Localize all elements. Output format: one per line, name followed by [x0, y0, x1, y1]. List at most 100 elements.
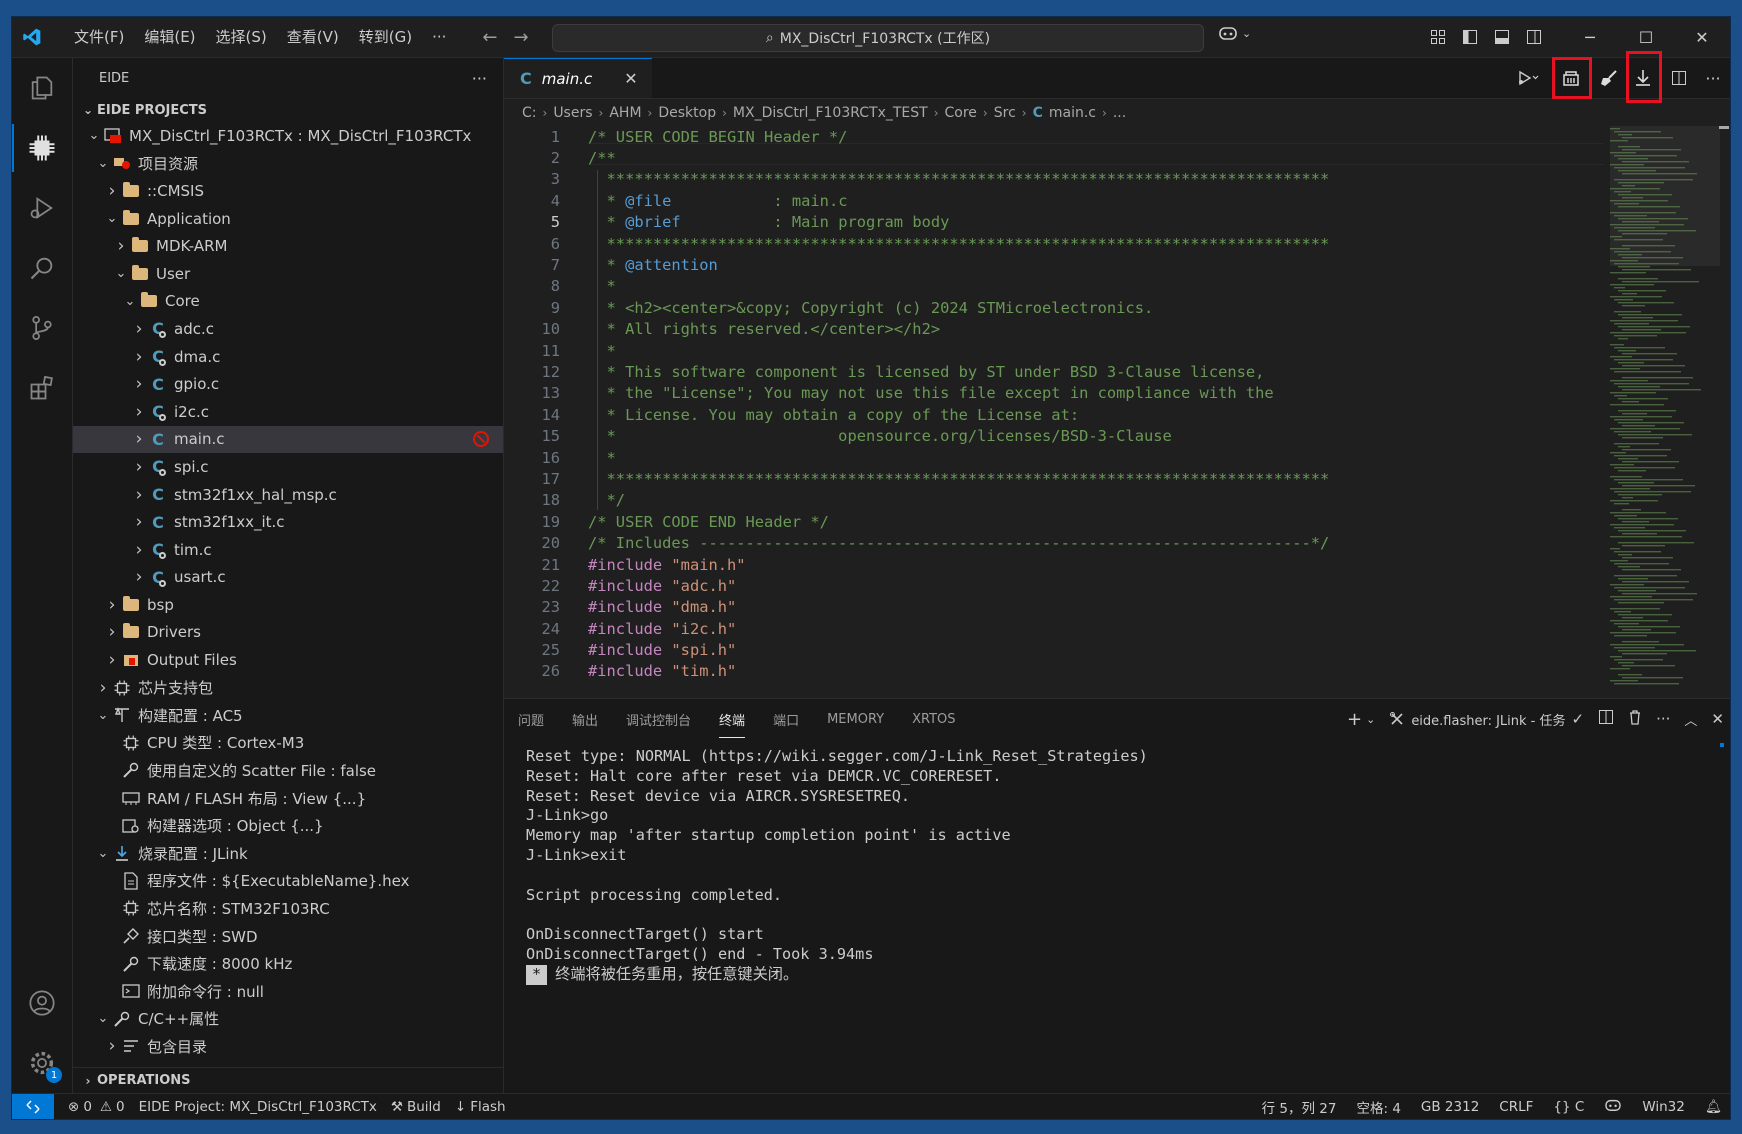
task-terminal[interactable]: eide.flasher: JLink - 任务 ✓ — [1389, 710, 1584, 729]
panel-tab[interactable]: 输出 — [572, 710, 598, 729]
search-view-icon[interactable] — [12, 238, 72, 298]
tree-item[interactable]: ⌄ 烧录配置 : JLink — [73, 839, 503, 867]
breadcrumb-item[interactable]: main.c — [1049, 105, 1096, 121]
tree-item[interactable]: 芯片名称 : STM32F103RC — [73, 895, 503, 923]
tree-item[interactable]: › 芯片支持包 — [73, 674, 503, 702]
customize-layout-icon[interactable] — [1422, 17, 1454, 57]
eide-chip-icon[interactable] — [12, 118, 72, 178]
toggle-secondary-sidebar-icon[interactable] — [1518, 17, 1550, 57]
panel-tab[interactable]: MEMORY — [827, 712, 884, 727]
tree-item[interactable]: 构建器选项 : Object {...} — [73, 812, 503, 840]
tree-item[interactable]: › MDK-ARM — [73, 232, 503, 260]
end-of-line[interactable]: CRLF — [1499, 1099, 1533, 1115]
notifications-bell-icon[interactable]: 🔔︎ — [1705, 1099, 1722, 1115]
tree-item[interactable]: › 包含目录 — [73, 1033, 503, 1061]
tree-item[interactable]: › Cgpio.c — [73, 370, 503, 398]
tree-item[interactable]: CPU 类型 : Cortex-M3 — [73, 729, 503, 757]
tree-item[interactable]: › Cstm32f1xx_hal_msp.c — [73, 481, 503, 509]
tree-item[interactable]: 使用自定义的 Scatter File : false — [73, 757, 503, 785]
flash-status-button[interactable]: ↓ Flash — [455, 1099, 506, 1115]
new-terminal-icon[interactable]: + — [1347, 709, 1362, 730]
menu-item[interactable]: 转到(G) — [349, 17, 422, 57]
language-mode[interactable]: {} C — [1553, 1099, 1584, 1115]
tab-main-c[interactable]: C main.c ✕ — [504, 58, 652, 98]
tree-item[interactable]: › Cspi.c — [73, 453, 503, 481]
tree-item[interactable]: ⌄ 构建配置 : AC5 — [73, 701, 503, 729]
cursor-position[interactable]: 行 5，列 27 — [1262, 1097, 1337, 1117]
operations-section[interactable]: › OPERATIONS — [73, 1067, 503, 1093]
panel-tab[interactable]: 终端 — [719, 710, 746, 738]
remote-icon[interactable] — [12, 1094, 54, 1119]
copilot-icon[interactable]: ⌄ — [1218, 25, 1251, 41]
tree-item[interactable]: 下载速度 : 8000 kHz — [73, 950, 503, 978]
panel-tab[interactable]: 调试控制台 — [626, 710, 691, 729]
menu-item[interactable]: 编辑(E) — [134, 17, 205, 57]
panel-tab[interactable]: 问题 — [518, 710, 544, 729]
forward-arrow-icon[interactable]: → — [505, 27, 536, 48]
menu-item[interactable]: 文件(F) — [64, 17, 134, 57]
split-editor-icon[interactable] — [1662, 58, 1696, 98]
indentation[interactable]: 空格: 4 — [1356, 1097, 1400, 1117]
tree-item[interactable]: › Cadc.c — [73, 315, 503, 343]
encoding[interactable]: GB 2312 — [1421, 1099, 1479, 1115]
tree-item[interactable]: ⌄ MX_DisCtrl_F103RCTx : MX_DisCtrl_F103RC… — [73, 122, 503, 150]
toggle-panel-icon[interactable] — [1486, 17, 1518, 57]
platform[interactable]: Win32 — [1642, 1099, 1685, 1115]
terminal-output[interactable]: Reset type: NORMAL (https://wiki.segger.… — [526, 747, 1148, 985]
trash-icon[interactable] — [1628, 709, 1642, 729]
more-actions-icon[interactable]: ··· — [472, 69, 487, 88]
clean-broom-icon[interactable] — [1594, 58, 1624, 98]
close-window-icon[interactable]: ✕ — [1674, 17, 1730, 57]
tree-item[interactable]: ›::CMSIS — [73, 177, 503, 205]
tree-item[interactable]: ⌄ Application — [73, 205, 503, 233]
more-actions-icon[interactable]: ··· — [1656, 710, 1670, 728]
account-icon[interactable] — [12, 973, 72, 1033]
minimap-slider[interactable] — [1610, 126, 1720, 266]
run-debug-dropdown-icon[interactable] — [1508, 58, 1548, 98]
menu-item[interactable]: 查看(V) — [277, 17, 349, 57]
build-status-button[interactable]: ⚒ Build — [391, 1099, 441, 1115]
manage-gear-icon[interactable]: 1 — [12, 1033, 72, 1093]
problems-status[interactable]: ⊗ 0 ⚠ 0 — [68, 1099, 125, 1115]
breadcrumb-item[interactable]: MX_DisCtrl_F103RCTx_TEST — [733, 105, 928, 121]
tree-item[interactable]: › Cstm32f1xx_it.c — [73, 508, 503, 536]
breadcrumb-item[interactable]: Core — [945, 105, 977, 121]
command-center[interactable]: ⌕ MX_DisCtrl_F103RCTx (工作区) — [552, 24, 1204, 52]
tree-item[interactable]: › Cmain.c — [73, 425, 503, 454]
tree-item[interactable]: › bsp — [73, 591, 503, 619]
breadcrumb-item[interactable]: Users — [553, 105, 592, 121]
tree-item[interactable]: 程序文件 : ${ExecutableName}.hex — [73, 867, 503, 895]
code-view[interactable]: 1/* USER CODE BEGIN Header */2/** 3 *****… — [504, 126, 1604, 698]
eide-project-status[interactable]: EIDE Project: MX_DisCtrl_F103RCTx — [139, 1099, 377, 1115]
more-actions-icon[interactable]: ··· — [1696, 58, 1730, 98]
tree-item[interactable]: › Drivers — [73, 619, 503, 647]
close-tab-icon[interactable]: ✕ — [624, 69, 637, 88]
close-panel-icon[interactable]: ✕ — [1711, 710, 1724, 728]
split-terminal-icon[interactable] — [1598, 709, 1614, 729]
breadcrumb-item[interactable]: ... — [1113, 105, 1126, 121]
copilot-status-icon[interactable] — [1604, 1098, 1622, 1116]
editor-scrollbar[interactable] — [1716, 126, 1730, 698]
breadcrumb-item[interactable]: AHM — [609, 105, 641, 121]
eide-projects-section[interactable]: ⌄ EIDE PROJECTS — [73, 98, 503, 122]
tree-item[interactable]: 接口类型 : SWD — [73, 922, 503, 950]
tree-item[interactable]: ⌄ 项目资源 — [73, 150, 503, 178]
tree-item[interactable]: › Ci2c.c — [73, 398, 503, 426]
run-debug-icon[interactable] — [12, 178, 72, 238]
breadcrumb-item[interactable]: Src — [994, 105, 1016, 121]
source-control-icon[interactable] — [12, 298, 72, 358]
minimap[interactable] — [1610, 126, 1720, 698]
tree-item[interactable]: ⌄ C/C++属性 — [73, 1005, 503, 1033]
toggle-primary-sidebar-icon[interactable] — [1454, 17, 1486, 57]
menu-item[interactable]: ··· — [422, 17, 456, 57]
tree-item[interactable]: RAM / FLASH 布局 : View {...} — [73, 784, 503, 812]
tree-item[interactable]: › Ctim.c — [73, 536, 503, 564]
back-arrow-icon[interactable]: ← — [474, 27, 505, 48]
panel-tab[interactable]: XRTOS — [912, 712, 955, 727]
extensions-icon[interactable] — [12, 358, 72, 418]
tree-item[interactable]: › Cdma.c — [73, 343, 503, 371]
tree-item[interactable]: ⌄ Core — [73, 288, 503, 316]
tree-item[interactable]: 附加命令行 : null — [73, 977, 503, 1005]
explorer-icon[interactable] — [12, 58, 72, 118]
breadcrumb-item[interactable]: C: — [522, 105, 537, 121]
